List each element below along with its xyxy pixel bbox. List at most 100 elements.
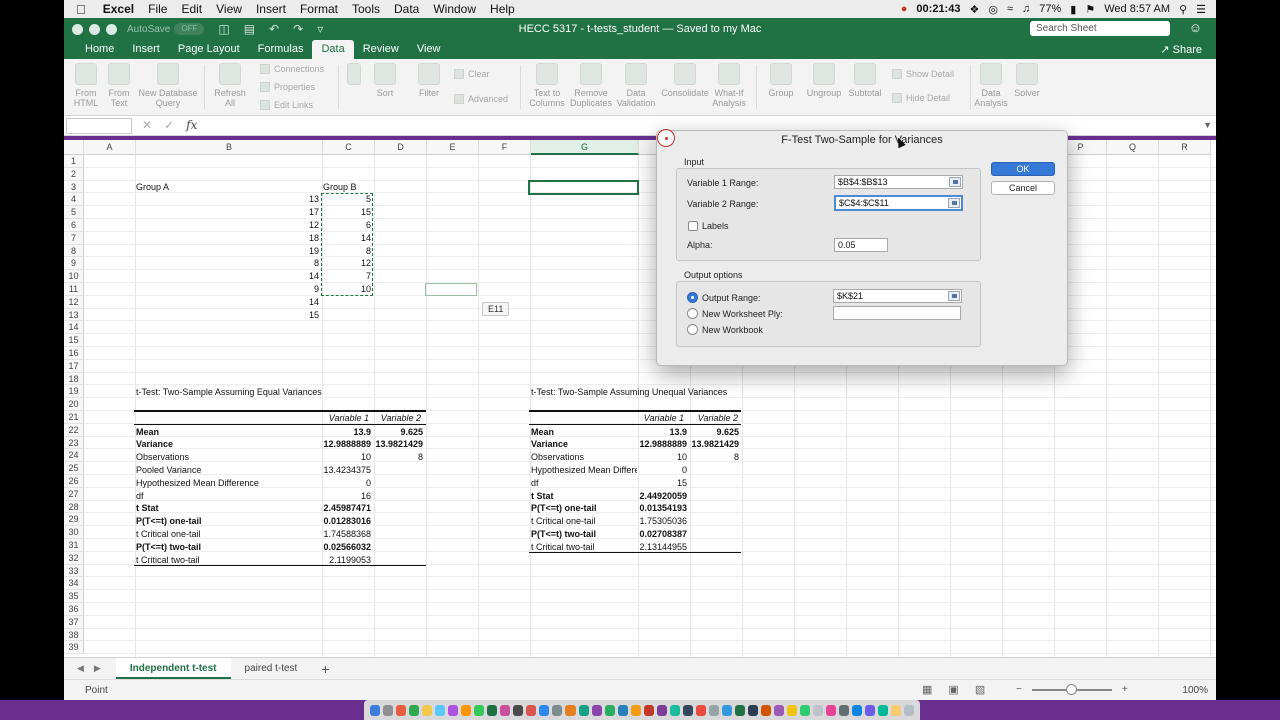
dock-app-icon[interactable] bbox=[604, 704, 615, 716]
equal-row-variable-1[interactable]: 10 bbox=[320, 451, 371, 464]
collapse-range-icon[interactable] bbox=[948, 291, 960, 301]
group-a-cell[interactable]: 9 bbox=[274, 283, 319, 296]
equal-row-variable-2[interactable]: 8 bbox=[374, 451, 423, 464]
row-header-24[interactable]: 24 bbox=[64, 449, 84, 463]
tab-view[interactable]: View bbox=[408, 40, 450, 59]
from-html-button[interactable]: From HTML bbox=[72, 63, 100, 108]
dock-app-icon[interactable] bbox=[422, 704, 433, 716]
row-header-3[interactable]: 3 bbox=[64, 180, 84, 194]
cancel-entry-icon[interactable]: ✕ bbox=[142, 118, 152, 132]
dock-app-icon[interactable] bbox=[813, 704, 824, 716]
unequal-variances-title[interactable]: t-Test: Two-Sample Assuming Unequal Vari… bbox=[531, 386, 751, 399]
apple-icon[interactable]:  bbox=[64, 2, 96, 17]
zoom-slider[interactable] bbox=[1031, 683, 1112, 695]
unequal-row-label[interactable]: Mean bbox=[531, 426, 637, 439]
unequal-row-variable-2[interactable] bbox=[690, 490, 739, 503]
dock-app-icon[interactable] bbox=[643, 704, 654, 716]
row-header-13[interactable]: 13 bbox=[64, 308, 84, 322]
dock-app-icon[interactable] bbox=[396, 704, 407, 716]
row-header-16[interactable]: 16 bbox=[64, 347, 84, 360]
equal-row-variable-2[interactable]: 13.9821429 bbox=[374, 438, 423, 451]
unequal-head-variable-2[interactable]: Variable 2 bbox=[690, 412, 738, 425]
row-header-30[interactable]: 30 bbox=[64, 526, 84, 539]
group-a-cell[interactable]: 14 bbox=[274, 270, 319, 283]
show-detail-button[interactable]: Show Detail bbox=[892, 69, 954, 79]
zoom-in-button[interactable]: + bbox=[1122, 684, 1128, 695]
menu-edit[interactable]: Edit bbox=[174, 2, 209, 16]
tab-page-layout[interactable]: Page Layout bbox=[169, 40, 249, 59]
group-a-cell[interactable]: 17 bbox=[274, 206, 319, 219]
unequal-row-label[interactable]: Variance bbox=[531, 438, 637, 451]
volume-icon[interactable]: ♫ bbox=[1022, 3, 1030, 15]
dock-app-icon[interactable] bbox=[591, 704, 602, 716]
next-sheet-icon[interactable]: ▶ bbox=[89, 663, 106, 674]
labels-label[interactable]: Labels bbox=[702, 221, 729, 231]
row-header-28[interactable]: 28 bbox=[64, 500, 84, 514]
unequal-row-variable-1[interactable]: 1.75305036 bbox=[636, 515, 687, 528]
variable-1-range-input[interactable]: $B$4:$B$13 bbox=[834, 175, 963, 189]
dock-app-icon[interactable] bbox=[760, 704, 771, 716]
new-workbook-label[interactable]: New Workbook bbox=[702, 325, 763, 335]
unequal-row-variable-2[interactable]: 9.625 bbox=[690, 426, 739, 439]
collapse-range-icon[interactable] bbox=[949, 177, 961, 187]
equal-row-variable-1[interactable]: 2.45987471 bbox=[320, 502, 371, 515]
unequal-row-variable-1[interactable]: 10 bbox=[636, 451, 687, 464]
clear-filter-button[interactable]: Clear bbox=[454, 69, 490, 79]
menu-help[interactable]: Help bbox=[483, 2, 522, 16]
tab-home[interactable]: Home bbox=[76, 40, 123, 59]
dock-app-icon[interactable] bbox=[787, 704, 798, 716]
row-header-11[interactable]: 11 bbox=[64, 283, 84, 296]
group-a-cell[interactable]: 19 bbox=[274, 245, 319, 258]
confirm-entry-icon[interactable]: ✓ bbox=[164, 118, 174, 132]
group-b-header[interactable]: Group B bbox=[323, 181, 373, 194]
text-to-columns-button[interactable]: Text to Columns bbox=[528, 63, 566, 108]
dock-app-icon[interactable] bbox=[552, 704, 563, 716]
notification-center-icon[interactable]: ☰ bbox=[1196, 3, 1206, 16]
unequal-row-variable-1[interactable]: 12.9888889 bbox=[636, 438, 687, 451]
unequal-row-variable-2[interactable] bbox=[690, 477, 739, 490]
row-header-2[interactable]: 2 bbox=[64, 167, 84, 181]
solver-button[interactable]: Solver bbox=[1012, 63, 1042, 98]
menu-insert[interactable]: Insert bbox=[249, 2, 293, 16]
dock-app-icon[interactable] bbox=[409, 704, 420, 716]
tab-data[interactable]: Data bbox=[312, 40, 354, 59]
group-a-cell[interactable]: 15 bbox=[274, 309, 319, 322]
tab-review[interactable]: Review bbox=[354, 40, 408, 59]
sort-ascending-button[interactable] bbox=[346, 63, 362, 88]
row-header-31[interactable]: 31 bbox=[64, 539, 84, 552]
unequal-row-variable-2[interactable]: 13.9821429 bbox=[690, 438, 739, 451]
zoom-level[interactable]: 100% bbox=[1182, 685, 1208, 696]
column-header-f[interactable]: F bbox=[479, 140, 531, 155]
menu-view[interactable]: View bbox=[209, 2, 249, 16]
column-header-c[interactable]: C bbox=[323, 140, 375, 155]
row-header-8[interactable]: 8 bbox=[64, 244, 84, 258]
normal-view-icon[interactable]: ▦ bbox=[922, 683, 932, 696]
row-header-23[interactable]: 23 bbox=[64, 436, 84, 450]
row-header-17[interactable]: 17 bbox=[64, 359, 84, 373]
unequal-row-variable-1[interactable]: 2.44920059 bbox=[636, 490, 687, 503]
equal-row-variable-2[interactable] bbox=[374, 528, 423, 541]
new-workbook-radio[interactable] bbox=[687, 324, 698, 335]
dock-app-icon[interactable] bbox=[513, 704, 524, 716]
unequal-row-variable-2[interactable] bbox=[690, 464, 739, 477]
cancel-button[interactable]: Cancel bbox=[991, 181, 1055, 195]
row-header-26[interactable]: 26 bbox=[64, 475, 84, 488]
record-icon[interactable]: ● bbox=[901, 3, 908, 15]
column-header-g[interactable]: G bbox=[531, 140, 639, 155]
row-header-6[interactable]: 6 bbox=[64, 219, 84, 232]
unequal-row-label[interactable]: df bbox=[531, 477, 637, 490]
dock-app-icon[interactable] bbox=[865, 704, 876, 716]
output-range-input[interactable]: $K$21 bbox=[833, 289, 962, 303]
group-button[interactable]: Group bbox=[764, 63, 798, 98]
data-validation-button[interactable]: Data Validation bbox=[616, 63, 656, 108]
connections-button[interactable]: Connections bbox=[260, 64, 324, 74]
dock-app-icon[interactable] bbox=[526, 704, 537, 716]
collapse-range-icon[interactable] bbox=[948, 198, 960, 208]
dock-app-icon[interactable] bbox=[839, 704, 850, 716]
equal-row-variable-1[interactable]: 13.4234375 bbox=[320, 464, 371, 477]
active-cell-g3[interactable] bbox=[528, 180, 639, 195]
equal-row-label[interactable]: Mean bbox=[136, 426, 316, 439]
dock-app-icon[interactable] bbox=[708, 704, 719, 716]
alpha-input[interactable]: 0.05 bbox=[834, 238, 888, 252]
consolidate-button[interactable]: Consolidate bbox=[660, 63, 710, 98]
